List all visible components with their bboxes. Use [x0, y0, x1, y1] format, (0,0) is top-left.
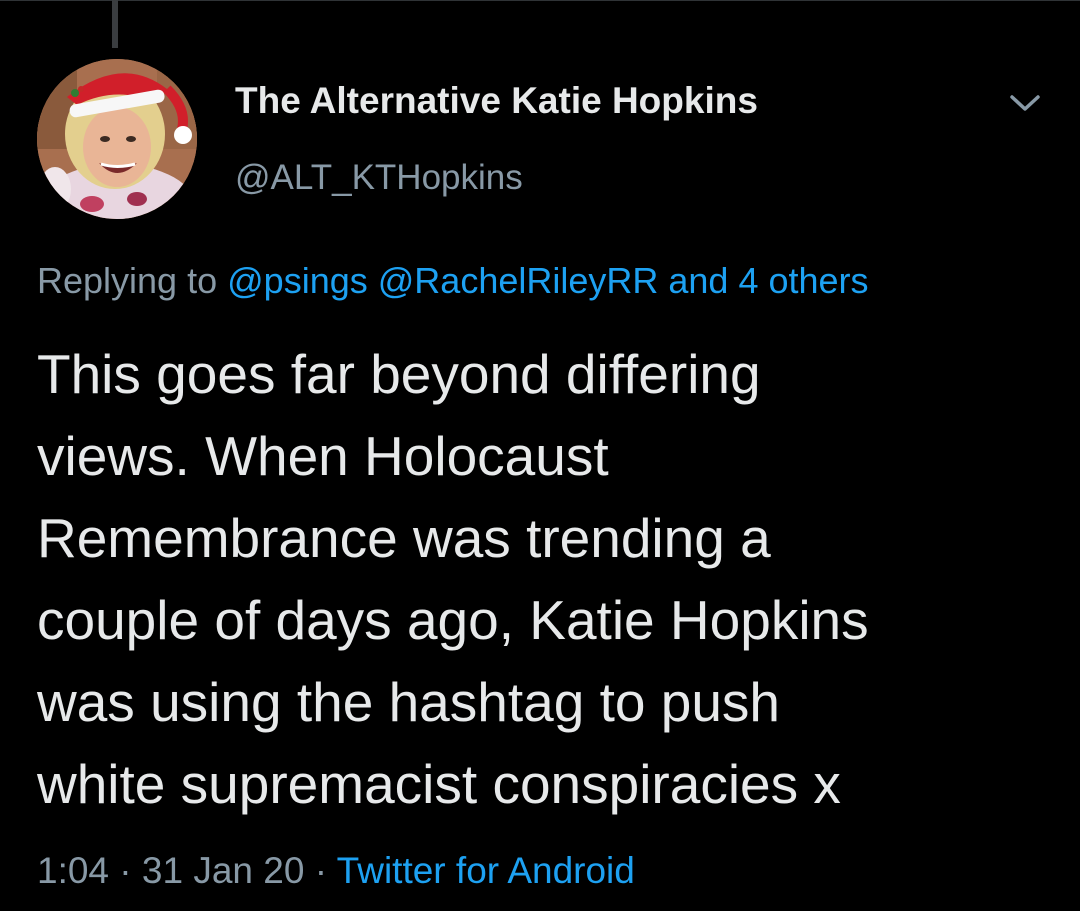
replying-prefix: Replying to — [37, 260, 218, 301]
tweet-text-line: Remembrance was trending a — [37, 507, 771, 569]
avatar[interactable] — [37, 59, 197, 219]
replying-to: Replying to @psings @RachelRileyRR and 4… — [37, 260, 869, 302]
tweet-text-line: couple of days ago, Katie Hopkins — [37, 589, 869, 651]
author-handle[interactable]: @ALT_KTHopkins — [235, 158, 523, 198]
top-divider — [0, 0, 1080, 5]
tweet-date[interactable]: 31 Jan 20 — [142, 850, 305, 891]
meta-separator: · — [119, 850, 132, 891]
profile-photo-icon — [37, 59, 197, 219]
author-name[interactable]: The Alternative Katie Hopkins — [235, 80, 758, 122]
tweet-text: This goes far beyond differing views. Wh… — [37, 333, 1057, 825]
tweet-text-line: white supremacist conspiracies x — [37, 753, 841, 815]
tweet-menu-button[interactable] — [1003, 85, 1047, 121]
tweet-text-line: views. When Holocaust — [37, 425, 609, 487]
tweet-source-link[interactable]: Twitter for Android — [337, 850, 635, 891]
tweet-meta: 1:04 · 31 Jan 20 · Twitter for Android — [37, 850, 635, 892]
mention-link[interactable]: @RachelRileyRR — [378, 260, 659, 301]
chevron-down-icon — [1010, 95, 1040, 111]
thread-connector-line — [112, 0, 118, 48]
others-link[interactable]: and 4 others — [668, 260, 868, 301]
tweet-text-line: was using the hashtag to push — [37, 671, 781, 733]
meta-separator: · — [314, 850, 328, 891]
tweet-time[interactable]: 1:04 — [37, 850, 109, 891]
mention-link[interactable]: @psings — [227, 260, 368, 301]
tweet-text-line: This goes far beyond differing — [37, 343, 761, 405]
